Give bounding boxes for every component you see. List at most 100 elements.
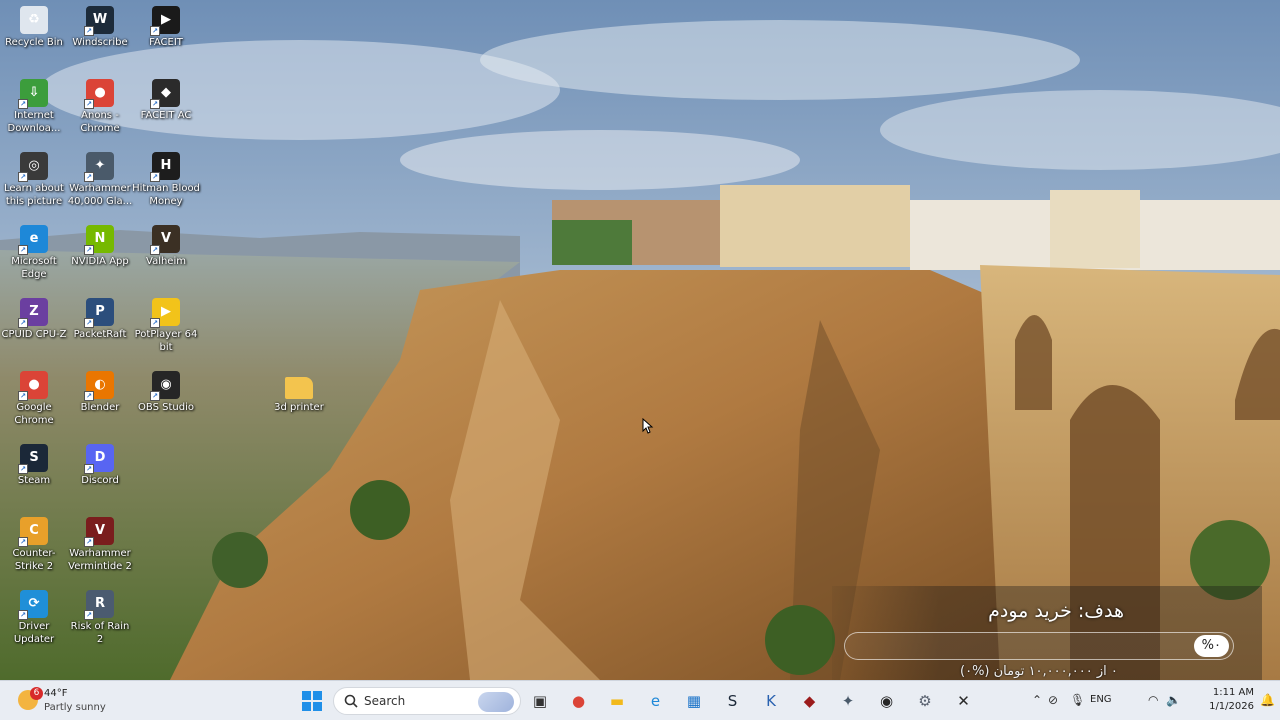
steam-icon: S (727, 692, 738, 710)
shortcut-arrow-icon: ↗ (84, 245, 94, 255)
desktop-icon[interactable]: N ↗ NVIDIA App (66, 221, 134, 268)
desktop-icon-label: Internet Downloa... (7, 110, 61, 134)
desktop-icon-label: Warhammer Vermintide 2 (68, 548, 132, 572)
desktop-icon[interactable]: D ↗ Discord (66, 440, 134, 487)
weather-widget[interactable]: 6 44°F Partly sunny (10, 684, 130, 718)
desktop-icon-label: Windscribe (72, 37, 128, 48)
chevron-up-icon[interactable]: ⌃ (1032, 693, 1042, 707)
desktop-icon-label: Counter-Strike 2 (12, 548, 56, 572)
desktop-icon[interactable]: P ↗ PacketRaft (66, 294, 134, 341)
desktop-icon[interactable]: ⇩ ↗ Internet Downloa... (0, 75, 68, 135)
shortcut-arrow-icon: ↗ (18, 464, 28, 474)
desktop-icon-label: Blender (80, 402, 120, 413)
desktop-icon[interactable]: e ↗ Microsoft Edge (0, 221, 68, 281)
shortcut-arrow-icon: ↗ (84, 318, 94, 328)
vermintide-icon: V ↗ (84, 517, 114, 547)
taskbar-app-button[interactable]: ⚙ (911, 687, 939, 715)
taskbar-app-button[interactable]: ▣ (526, 687, 554, 715)
risk-of-rain-icon: R ↗ (84, 590, 114, 620)
desktop-icon[interactable]: ⟳ ↗ Driver Updater (0, 586, 68, 646)
desktop-icon[interactable]: H ↗ Hitman Blood Money (132, 148, 200, 208)
folder-icon (285, 377, 313, 399)
desktop-icon[interactable]: ▶ ↗ FACEIT (132, 2, 200, 49)
desktop-icon-label: FACEIT (149, 37, 183, 48)
taskbar-app-button[interactable]: e (642, 687, 670, 715)
goal-percent-badge: %۰ (1193, 635, 1229, 657)
shortcut-arrow-icon: ↗ (150, 318, 160, 328)
settings-icon: ⚙ (918, 692, 932, 710)
shortcut-arrow-icon: ↗ (150, 99, 160, 109)
desktop-icon[interactable]: ◐ ↗ Blender (66, 367, 134, 414)
desktop-icon[interactable]: ✦ ↗ Warhammer 40,000 Gla... (66, 148, 134, 208)
desktop-icon[interactable]: W ↗ Windscribe (66, 2, 134, 49)
xbox-icon: ✕ (957, 692, 970, 710)
desktop-icon[interactable]: ♻ Recycle Bin (0, 2, 68, 49)
shortcut-arrow-icon: ↗ (84, 26, 94, 36)
desktop-icon-label: Google Chrome (14, 402, 54, 426)
windscribe-icon: W ↗ (84, 6, 114, 36)
edge-icon: e ↗ (18, 225, 48, 255)
taskbar-app-button[interactable]: ● (565, 687, 593, 715)
desktop-icon-label: Microsoft Edge (11, 256, 57, 280)
taskbar-app-button[interactable]: ✦ (834, 687, 862, 715)
shortcut-arrow-icon: ↗ (18, 318, 28, 328)
shortcut-arrow-icon: ↗ (84, 537, 94, 547)
desktop-icon[interactable]: 3d printer (265, 367, 333, 414)
taskbar-app-button[interactable]: ▬ (603, 687, 631, 715)
goal-subtitle: ۰ از ۱۰,۰۰۰,۰۰۰ تومان (%۰) (960, 664, 1118, 679)
clock-date[interactable]: 1/1/2026 (1198, 701, 1254, 712)
obs-icon: ◉ (879, 692, 894, 710)
search-placeholder: Search (364, 694, 406, 708)
blender-icon: ◐ ↗ (84, 371, 114, 401)
obs-icon: ◉ ↗ (150, 371, 180, 401)
desktop-icon-label: Valheim (146, 256, 186, 267)
antivirus-icon[interactable]: ⊘ (1048, 693, 1058, 707)
desktop-icon[interactable]: S ↗ Steam (0, 440, 68, 487)
shortcut-arrow-icon: ↗ (150, 172, 160, 182)
desktop-icon[interactable]: ◆ ↗ FACEIT AC (132, 75, 200, 122)
language-indicator[interactable]: ENG (1090, 694, 1112, 705)
desktop-icon[interactable]: Z ↗ CPUID CPU-Z (0, 294, 68, 341)
clock-time[interactable]: 1:11 AM (1198, 687, 1254, 698)
weather-temperature: 44°F (44, 688, 68, 699)
goal-progress-bar: %۰ (844, 632, 1234, 660)
cpuz-icon: Z ↗ (18, 298, 48, 328)
shortcut-arrow-icon: ↗ (84, 610, 94, 620)
taskbar-app-button[interactable]: ✕ (950, 687, 978, 715)
desktop-icon[interactable]: ▶ ↗ PotPlayer 64 bit (132, 294, 200, 354)
nvidia-icon: N ↗ (84, 225, 114, 255)
wifi-icon[interactable]: ◠ (1148, 693, 1158, 707)
shortcut-arrow-icon: ↗ (18, 391, 28, 401)
desktop-icon[interactable]: ● ↗ Anons - Chrome (66, 75, 134, 135)
desktop-icon-label: 3d printer (274, 402, 324, 413)
volume-icon[interactable]: 🔈 (1166, 693, 1181, 707)
chrome-icon: ● ↗ (84, 79, 114, 109)
desktop-icon-label: Driver Updater (13, 621, 55, 645)
app-k-icon: K (766, 692, 776, 710)
desktop-icon[interactable]: ◎ ↗ Learn about this picture (0, 148, 68, 208)
desktop-icon-label: Discord (81, 475, 119, 486)
shortcut-arrow-icon: ↗ (84, 464, 94, 474)
mouse-cursor-icon (642, 418, 654, 434)
taskbar-app-button[interactable]: ◉ (873, 687, 901, 715)
hitman-icon: H ↗ (150, 152, 180, 182)
taskbar-search-box[interactable]: Search (333, 687, 521, 715)
shortcut-arrow-icon: ↗ (150, 245, 160, 255)
desktop-icon[interactable]: ● ↗ Google Chrome (0, 367, 68, 427)
shortcut-arrow-icon: ↗ (84, 99, 94, 109)
taskbar-app-button[interactable]: K (757, 687, 785, 715)
start-button[interactable] (298, 687, 326, 715)
desktop-icon[interactable]: R ↗ Risk of Rain 2 (66, 586, 134, 646)
taskbar-app-button[interactable]: ◆ (796, 687, 824, 715)
desktop-icon[interactable]: C ↗ Counter-Strike 2 (0, 513, 68, 573)
shortcut-arrow-icon: ↗ (150, 26, 160, 36)
microphone-icon[interactable]: 🎙 (1070, 693, 1085, 707)
discord-icon: D ↗ (84, 444, 114, 474)
desktop-icon[interactable]: V ↗ Warhammer Vermintide 2 (66, 513, 134, 573)
taskbar-app-button[interactable]: ▦ (680, 687, 708, 715)
desktop-icon[interactable]: V ↗ Valheim (132, 221, 200, 268)
notification-bell-icon[interactable]: 🔔 (1260, 693, 1275, 707)
desktop-icon[interactable]: ◉ ↗ OBS Studio (132, 367, 200, 414)
taskbar-app-button[interactable]: S (719, 687, 747, 715)
cs2-icon: C ↗ (18, 517, 48, 547)
